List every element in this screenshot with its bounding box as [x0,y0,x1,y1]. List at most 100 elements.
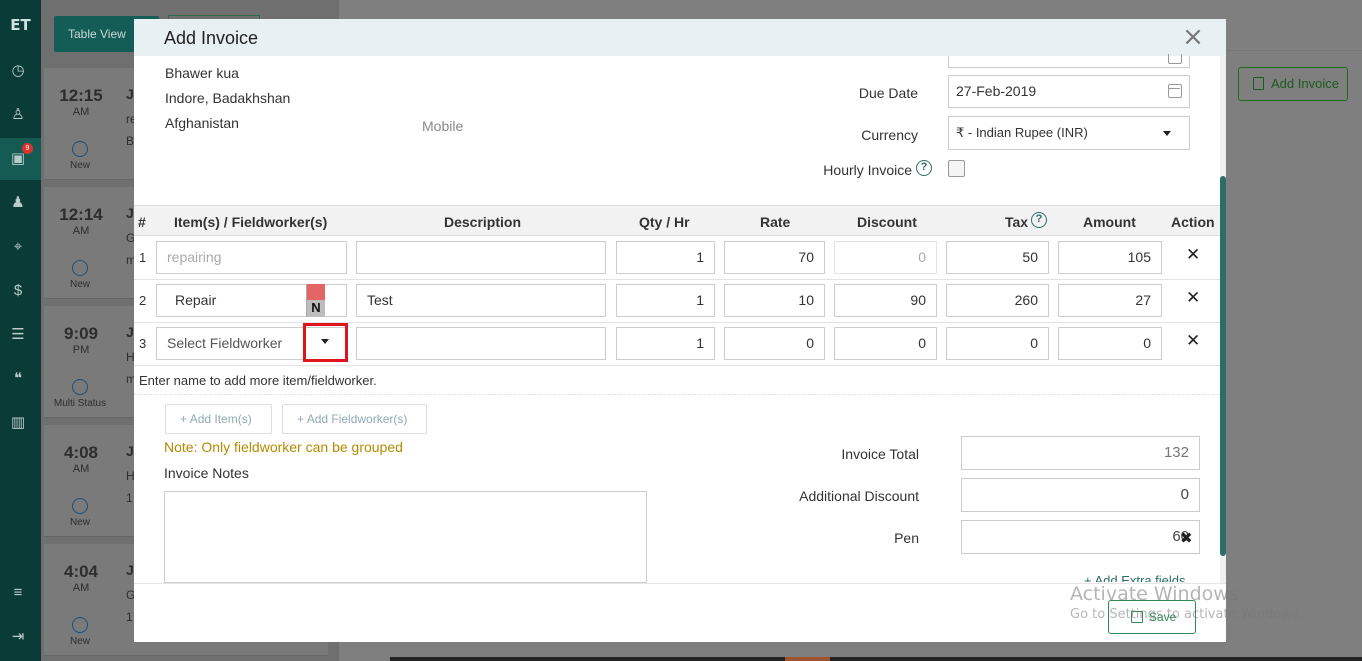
hourly-invoice-checkbox[interactable] [948,160,965,177]
appointment-time: 12:15 [59,86,103,105]
scrollbar-thumb[interactable] [1220,176,1226,556]
remove-row-icon[interactable]: ✕ [1186,245,1200,265]
multi-status-icon [72,379,88,395]
invoice-notes-textarea[interactable] [164,491,647,583]
remove-row-icon[interactable]: ✕ [1186,288,1200,308]
items-table-header: # Item(s) / Fieldworker(s) Description Q… [134,205,1220,236]
qty-input[interactable]: 1 [616,284,715,317]
add-fieldworkers-label: Add Fieldworker(s) [306,412,408,426]
description-input[interactable]: Test [356,284,606,317]
rate-input[interactable]: 10 [724,284,825,317]
additional-discount-input[interactable]: 0 [961,478,1200,512]
pen-input[interactable]: 60 [961,520,1200,554]
col-num: # [138,214,146,230]
settings-icon[interactable]: ≡ [7,582,29,604]
discount-input[interactable]: 0 [834,241,937,274]
amount-input[interactable]: 105 [1058,241,1162,274]
discount-input[interactable]: 0 [834,327,937,360]
currency-select[interactable]: ₹ - Indian Rupee (INR) [948,116,1190,150]
col-qty: Qty / Hr [639,214,690,230]
invoice-notes-label: Invoice Notes [164,465,249,481]
amount-input[interactable]: 0 [1058,327,1162,360]
remove-pen-icon[interactable]: ✖ [1180,529,1193,547]
add-extra-fields-link[interactable]: + Add Extra fields [1084,572,1186,582]
chat-icon[interactable]: ❝ [7,368,29,390]
status-circle-icon [72,617,88,633]
dashboard-icon[interactable]: ◷ [7,60,29,82]
chevron-down-icon [321,339,329,344]
bg-footer-strip [390,657,1362,661]
appointment-ampm: AM [72,106,90,118]
calendar-icon[interactable] [1168,84,1182,98]
modal-scrollbar[interactable] [1220,56,1226,602]
close-icon[interactable]: × [1180,24,1206,51]
chart-icon[interactable]: ▥ [7,412,29,434]
top-date-field[interactable] [948,54,1190,68]
appointment-status: Multi Status [53,398,107,409]
add-fieldworkers-button[interactable]: + Add Fieldworker(s) [282,404,427,434]
remove-row-icon[interactable]: ✕ [1186,331,1200,351]
user-icon[interactable]: ♙ [7,104,29,126]
dollar-icon[interactable]: $ [7,280,29,302]
add-invoice-button[interactable]: Add Invoice [1238,67,1348,101]
dashed-divider [134,394,1220,395]
users-icon[interactable]: ♟ [7,192,29,214]
due-date-label: Due Date [858,85,918,101]
chevron-down-icon [1163,131,1171,136]
new-item-flag: N [306,284,325,317]
row-divider [134,322,1220,323]
col-description: Description [444,214,522,230]
amount-input[interactable]: 27 [1058,284,1162,317]
bg-footer-accent [785,657,830,661]
address-line: Indore, Badakhshan [165,90,291,106]
appointment-detail: B [126,134,135,148]
appointment-ampm: AM [72,463,90,475]
hourly-invoice-label: Hourly Invoice [823,162,912,178]
description-input[interactable] [356,327,606,360]
row-number: 2 [139,293,147,308]
col-action: Action [1171,214,1215,230]
appointment-detail: 1 [126,491,133,505]
qty-input[interactable]: 1 [616,327,715,360]
flag-letter: N [311,300,321,315]
rate-input[interactable]: 0 [724,327,825,360]
currency-value: ₹ - Indian Rupee (INR) [956,125,1088,140]
col-rate: Rate [760,214,791,230]
tax-input[interactable]: 0 [946,327,1049,360]
activation-watermark-text: Go to Settings to activate Windows. [1070,607,1303,622]
row-number: 3 [139,336,147,351]
tax-input[interactable]: 50 [946,241,1049,274]
appointment-status: New [69,636,90,647]
appointment-status: New [69,279,90,290]
status-circle-icon [72,260,88,276]
fieldworker-placeholder: Select Fieldworker [167,335,283,351]
logout-icon[interactable]: ⇥ [7,626,29,648]
discount-input[interactable]: 90 [834,284,937,317]
appointment-detail: 1 [126,610,133,624]
add-items-label: Add Item(s) [189,412,252,426]
add-invoice-label: Add Invoice [1271,76,1339,91]
address-line: Afghanistan [165,115,239,131]
rate-input[interactable]: 70 [724,241,825,274]
grouping-note: Note: Only fieldworker can be grouped [164,439,403,455]
left-navigation: ET ◷ ♙ ▣ 9 ♟ ⌖ $ ☰ ❝ ▥ ≡ ⇥ [0,0,41,661]
currency-label: Currency [861,127,918,143]
row-divider [134,365,1220,366]
appointment-ampm: PM [72,344,90,356]
due-date-input[interactable]: 27-Feb-2019 [948,75,1190,108]
calendar-icon [1168,54,1182,64]
tax-help-icon[interactable]: ? [1031,212,1047,228]
tax-input[interactable]: 260 [946,284,1049,317]
invoice-total-input: 132 [961,436,1200,470]
plus-icon: + [180,412,190,426]
list-icon[interactable]: ☰ [7,324,29,346]
item-input[interactable]: repairing [156,241,347,274]
qty-input[interactable]: 1 [616,241,715,274]
location-icon[interactable]: ⌖ [7,236,29,258]
description-input[interactable] [356,241,606,274]
appointment-time: 9:09 [63,324,99,343]
help-icon[interactable]: ? [916,160,932,176]
add-items-button[interactable]: + Add Item(s) [165,404,272,434]
dropdown-toggle-highlight[interactable] [303,323,348,362]
add-invoice-modal: Add Invoice × Bhawer kua Indore, Badakhs… [134,19,1226,642]
